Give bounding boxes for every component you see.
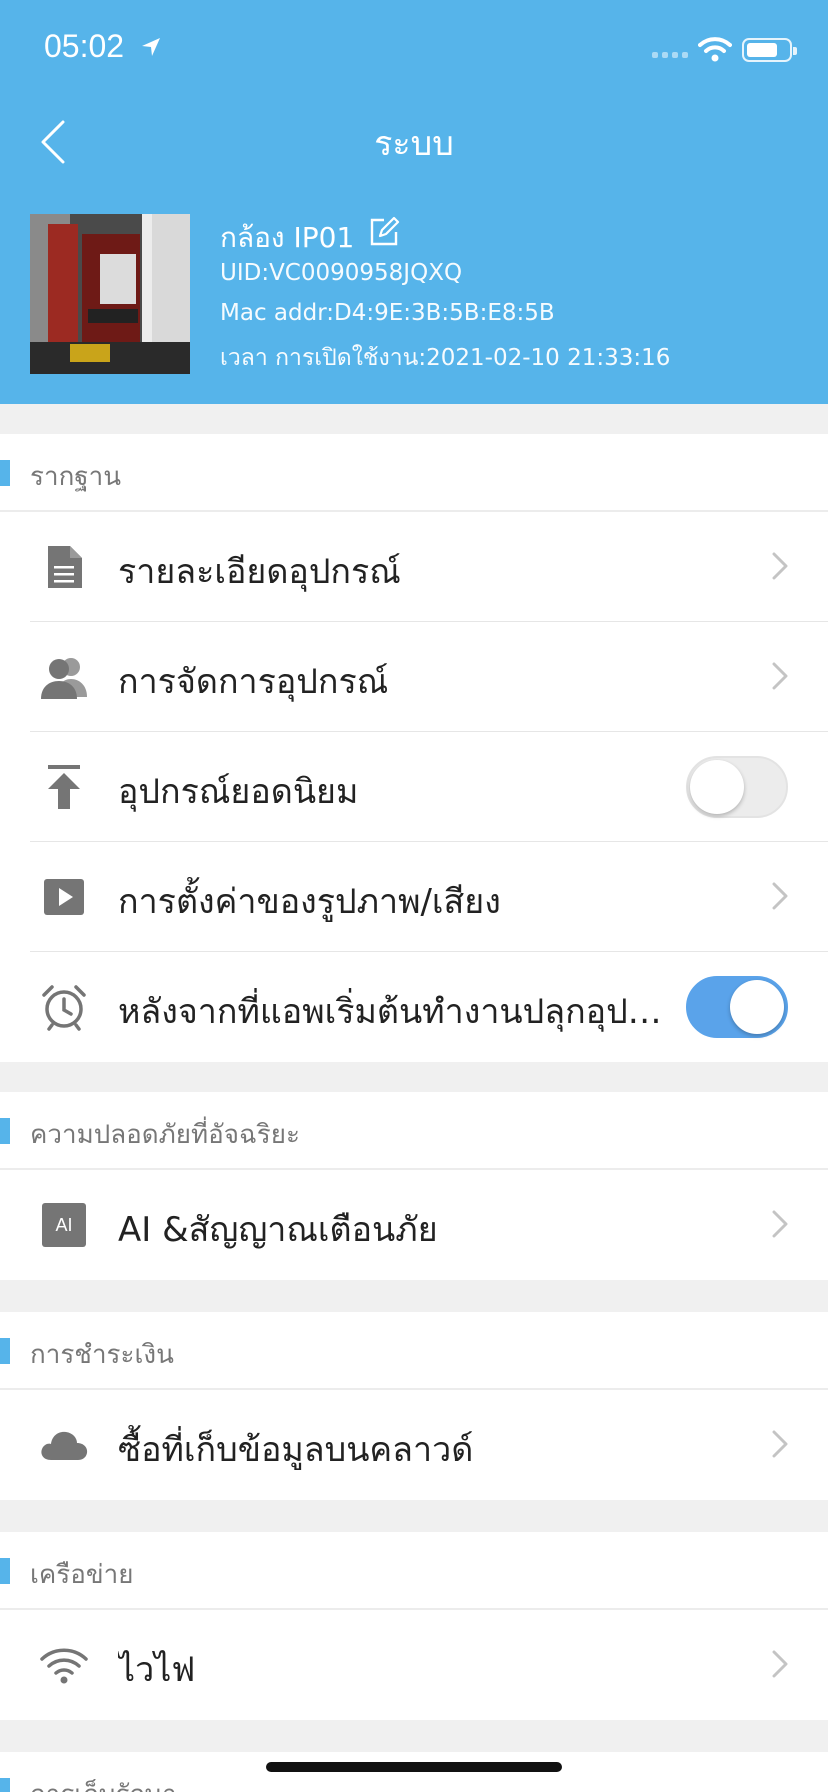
- section-network: เครือข่าย ไวไฟ: [0, 1532, 828, 1720]
- ai-alarm-row[interactable]: AI AI &สัญญาณเตือนภัย: [0, 1170, 828, 1280]
- device-details-row[interactable]: รายละเอียดอุปกรณ์: [0, 512, 828, 622]
- status-time: 05:02: [44, 28, 125, 64]
- favorite-device-toggle[interactable]: [686, 756, 788, 818]
- row-label: รายละเอียดอุปกรณ์: [118, 552, 401, 592]
- section-title: ความปลอดภัยที่อัจฉริยะ: [30, 1120, 300, 1150]
- home-indicator[interactable]: [266, 1762, 562, 1772]
- cloud-storage-row[interactable]: ซื้อที่เก็บข้อมูลบนคลาวด์: [0, 1390, 828, 1500]
- section-title: รากฐาน: [30, 462, 122, 492]
- section-header: เครือข่าย: [0, 1532, 828, 1610]
- image-audio-settings-row[interactable]: การตั้งค่าของรูปภาพ/เสียง: [0, 842, 828, 952]
- chevron-right-icon: [772, 662, 788, 690]
- section-header: การชำระเงิน: [0, 1312, 828, 1390]
- row-label: ซื้อที่เก็บข้อมูลบนคลาวด์: [118, 1430, 474, 1470]
- play-icon: [38, 873, 90, 921]
- section-basic: รากฐาน รายละเอียดอุปกรณ์ การจัดการอุปกรณ…: [0, 434, 828, 1062]
- section-accent-bar: [0, 1558, 10, 1584]
- section-title: การเก็บรักษา: [30, 1774, 177, 1792]
- section-title: เครือข่าย: [30, 1560, 134, 1590]
- users-icon: [38, 653, 90, 701]
- alarm-clock-icon: [38, 983, 90, 1031]
- ai-icon: AI: [38, 1201, 90, 1249]
- chevron-right-icon: [772, 1210, 788, 1238]
- chevron-right-icon: [772, 552, 788, 580]
- device-name: กล้อง IP01: [220, 221, 355, 254]
- section-title: การชำระเงิน: [30, 1340, 174, 1370]
- row-label: AI &สัญญาณเตือนภัย: [118, 1210, 438, 1250]
- wifi-status-icon: [698, 37, 732, 62]
- location-arrow-icon: [142, 38, 160, 56]
- wake-device-toggle[interactable]: [686, 976, 788, 1038]
- wifi-icon: [38, 1641, 90, 1689]
- chevron-right-icon: [772, 1430, 788, 1458]
- device-management-row[interactable]: การจัดการอุปกรณ์: [0, 622, 828, 732]
- section-payment: การชำระเงิน ซื้อที่เก็บข้อมูลบนคลาวด์: [0, 1312, 828, 1500]
- section-accent-bar: [0, 1338, 10, 1364]
- edit-icon[interactable]: [368, 216, 400, 248]
- row-label: ไวไฟ: [118, 1650, 196, 1690]
- section-storage: การเก็บรักษา: [0, 1752, 828, 1792]
- row-label: การตั้งค่าของรูปภาพ/เสียง: [118, 882, 501, 922]
- section-accent-bar: [0, 1778, 10, 1792]
- row-label: หลังจากที่แอพเริ่มต้นทำงานปลุกอุปก...: [118, 992, 666, 1032]
- wifi-row[interactable]: ไวไฟ: [0, 1610, 828, 1720]
- device-thumbnail[interactable]: [30, 214, 190, 374]
- device-uid: UID:VC0090958JQXQ: [220, 260, 463, 286]
- device-mac: Mac addr:D4:9E:3B:5B:E8:5B: [220, 300, 555, 326]
- section-header: ความปลอดภัยที่อัจฉริยะ: [0, 1092, 828, 1170]
- section-accent-bar: [0, 460, 10, 486]
- app-header: 05:02 ระบบ กล้อง IP01 UID:VC0090958JQXQ …: [0, 0, 828, 404]
- pin-top-icon: [38, 763, 90, 811]
- cloud-icon: [38, 1421, 90, 1469]
- wake-device-row: หลังจากที่แอพเริ่มต้นทำงานปลุกอุปก...: [0, 952, 828, 1062]
- page-title: ระบบ: [374, 124, 454, 164]
- device-activation-time: เวลา การเปิดใช้งาน:2021-02-10 21:33:16: [220, 345, 671, 371]
- section-header: รากฐาน: [0, 434, 828, 512]
- battery-icon: [742, 38, 797, 62]
- section-smart-security: ความปลอดภัยที่อัจฉริยะ AI AI &สัญญาณเตือ…: [0, 1092, 828, 1280]
- row-label: การจัดการอุปกรณ์: [118, 662, 389, 702]
- chevron-right-icon: [772, 882, 788, 910]
- favorite-device-row: อุปกรณ์ยอดนิยม: [0, 732, 828, 842]
- section-accent-bar: [0, 1118, 10, 1144]
- cellular-signal-icon: [652, 52, 688, 58]
- row-label: อุปกรณ์ยอดนิยม: [118, 772, 359, 812]
- document-icon: [38, 543, 90, 591]
- camera-snapshot-image: [30, 214, 190, 374]
- ai-badge: AI: [42, 1203, 86, 1247]
- section-header: การเก็บรักษา: [0, 1752, 828, 1792]
- chevron-right-icon: [772, 1650, 788, 1678]
